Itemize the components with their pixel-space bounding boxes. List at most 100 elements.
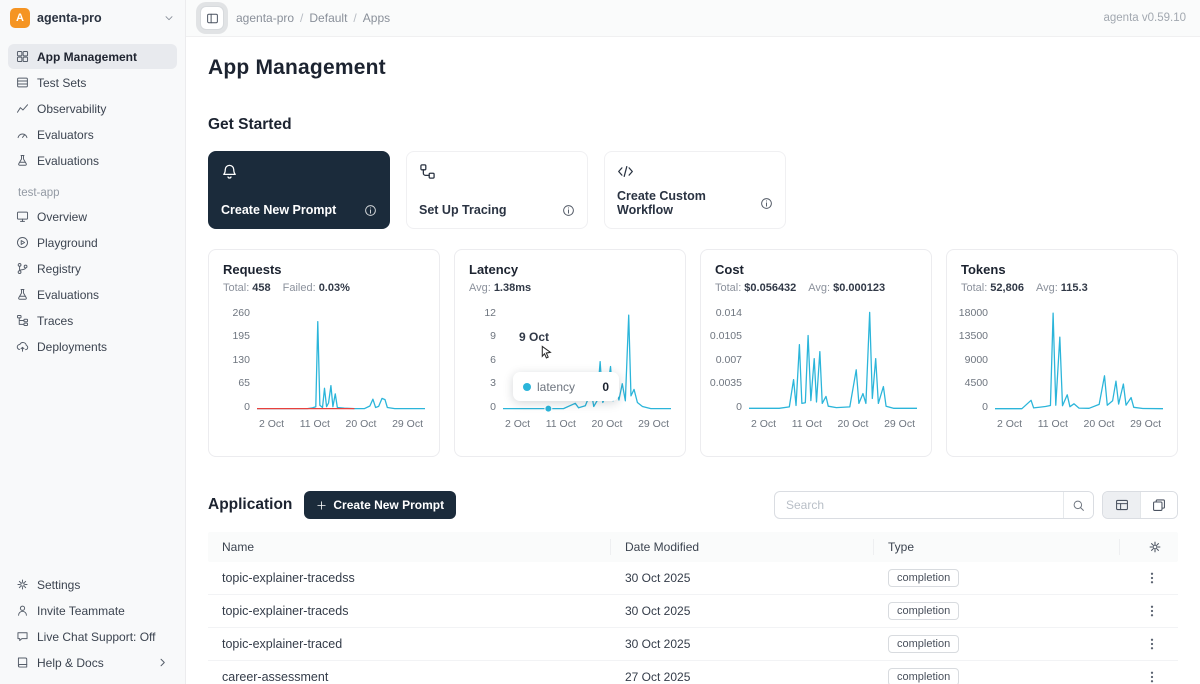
- sidebar-item-label: Overview: [37, 210, 87, 224]
- row-menu-button[interactable]: [1144, 570, 1160, 586]
- sidebar-item-overview[interactable]: Overview: [8, 204, 177, 229]
- sidebar-item-live-chat-support[interactable]: Live Chat Support: Off: [8, 624, 177, 649]
- sidebar-item-evaluations[interactable]: Evaluations: [8, 148, 177, 173]
- sidebar-item-label: Help & Docs: [37, 656, 104, 670]
- search-button[interactable]: [1063, 492, 1093, 518]
- cost-chart[interactable]: [749, 308, 917, 412]
- sidebar-toggle-button[interactable]: [200, 6, 224, 30]
- sidebar-item-test-sets[interactable]: Test Sets: [8, 70, 177, 95]
- create-new-prompt-card[interactable]: Create New Prompt: [208, 151, 390, 229]
- stat-label: Total:: [715, 282, 741, 294]
- create-custom-workflow-card[interactable]: Create Custom Workflow: [604, 151, 786, 229]
- sidebar-item-deployments[interactable]: Deployments: [8, 334, 177, 359]
- chevron-right-icon: [156, 656, 169, 669]
- sidebar-item-label: Invite Teammate: [37, 604, 125, 618]
- code-icon: [617, 163, 634, 180]
- metric-card-cost: Cost Total:$0.056432 Avg:$0.000123 0.014…: [700, 249, 932, 457]
- axis-tick: 2 Oct: [505, 418, 530, 430]
- app-name[interactable]: topic-explainer-tracedss: [208, 571, 611, 585]
- axis-tick: 195: [232, 331, 250, 342]
- sidebar-item-playground[interactable]: Playground: [8, 230, 177, 255]
- invite-teammate-icon: [16, 604, 29, 617]
- plus-icon: [316, 500, 327, 511]
- overview-icon: [16, 210, 29, 223]
- card-view-button[interactable]: [1140, 492, 1177, 518]
- table-view-button[interactable]: [1103, 492, 1140, 518]
- card-label: Create New Prompt: [221, 203, 336, 217]
- x-axis: 2 Oct 11 Oct 20 Oct 29 Oct: [997, 418, 1161, 430]
- y-axis: 12 9 6 3 0: [469, 308, 503, 412]
- sidebar-item-label: Evaluations: [37, 154, 99, 168]
- sidebar-nav-main: App Management Test Sets Observability E…: [0, 36, 185, 360]
- chevron-down-icon[interactable]: [163, 12, 175, 24]
- metric-stats: Total:458 Failed:0.03%: [223, 282, 425, 294]
- breadcrumb-page[interactable]: Apps: [363, 11, 390, 25]
- column-settings-icon[interactable]: [1148, 540, 1162, 554]
- breadcrumb-workspace[interactable]: agenta-pro: [236, 11, 294, 25]
- metric-card-latency: Latency Avg:1.38ms 12 9 6 3 0 2 Oct 11 O…: [454, 249, 686, 457]
- row-menu-button[interactable]: [1144, 603, 1160, 619]
- sidebar-item-help-docs[interactable]: Help & Docs: [8, 650, 177, 675]
- table-row[interactable]: topic-explainer-tracedss 30 Oct 2025 com…: [208, 562, 1178, 595]
- requests-chart[interactable]: [257, 308, 425, 412]
- info-icon[interactable]: [760, 197, 773, 210]
- set-up-tracing-card[interactable]: Set Up Tracing: [406, 151, 588, 229]
- row-menu-button[interactable]: [1144, 636, 1160, 652]
- x-axis: 2 Oct 11 Oct 20 Oct 29 Oct: [751, 418, 915, 430]
- sidebar-item-label: Playground: [37, 236, 98, 250]
- view-toggle: [1102, 491, 1178, 519]
- type-badge: completion: [888, 668, 959, 684]
- mouse-cursor-icon: [539, 345, 554, 360]
- sidebar-item-traces[interactable]: Traces: [8, 308, 177, 333]
- sidebar-item-label: Evaluations: [37, 288, 99, 302]
- sidebar-item-app-evaluations[interactable]: Evaluations: [8, 282, 177, 307]
- registry-icon: [16, 262, 29, 275]
- info-icon[interactable]: [364, 204, 377, 217]
- sidebar-item-settings[interactable]: Settings: [8, 572, 177, 597]
- axis-tick: 6: [490, 355, 496, 366]
- app-date: 30 Oct 2025: [611, 571, 874, 585]
- sidebar-item-label: Deployments: [37, 340, 107, 354]
- table-row[interactable]: topic-explainer-traceds 30 Oct 2025 comp…: [208, 595, 1178, 628]
- axis-tick: 20 Oct: [592, 418, 623, 430]
- column-header-date-modified[interactable]: Date Modified: [611, 539, 874, 555]
- column-header-name[interactable]: Name: [208, 539, 611, 555]
- info-icon[interactable]: [562, 204, 575, 217]
- axis-tick: 29 Oct: [884, 418, 915, 430]
- stat-value: 458: [252, 282, 270, 294]
- sidebar-item-observability[interactable]: Observability: [8, 96, 177, 121]
- axis-tick: 20 Oct: [1084, 418, 1115, 430]
- metric-title: Requests: [223, 262, 425, 277]
- app-name[interactable]: topic-explainer-traceds: [208, 604, 611, 618]
- create-new-prompt-button[interactable]: Create New Prompt: [304, 491, 456, 519]
- dots-vertical-icon: [1145, 571, 1159, 585]
- table-row[interactable]: career-assessment 27 Oct 2025 completion: [208, 661, 1178, 684]
- metric-stats: Avg:1.38ms: [469, 282, 671, 294]
- app-name[interactable]: topic-explainer-traced: [208, 637, 611, 651]
- dots-vertical-icon: [1145, 637, 1159, 651]
- table-row[interactable]: topic-explainer-traced 30 Oct 2025 compl…: [208, 628, 1178, 661]
- sidebar-item-label: Test Sets: [37, 76, 86, 90]
- sidebar-panel-icon: [206, 12, 219, 25]
- sidebar-item-label: Live Chat Support: Off: [37, 630, 156, 644]
- search-input[interactable]: [775, 498, 1063, 512]
- axis-tick: 0: [982, 402, 988, 413]
- prompt-bell-icon: [221, 163, 238, 180]
- metric-title: Tokens: [961, 262, 1163, 277]
- page-title: App Management: [208, 56, 1178, 80]
- tokens-chart[interactable]: [995, 308, 1163, 412]
- axis-tick: 0.014: [716, 308, 742, 319]
- sidebar-item-registry[interactable]: Registry: [8, 256, 177, 281]
- column-header-type[interactable]: Type: [874, 539, 1120, 555]
- sidebar-item-app-management[interactable]: App Management: [8, 44, 177, 69]
- workspace-selector[interactable]: A agenta-pro: [0, 0, 185, 36]
- sidebar-item-label: Observability: [37, 102, 106, 116]
- metric-stats: Total:$0.056432 Avg:$0.000123: [715, 282, 917, 294]
- observability-icon: [16, 102, 29, 115]
- breadcrumb-project[interactable]: Default: [309, 11, 347, 25]
- sidebar-item-invite-teammate[interactable]: Invite Teammate: [8, 598, 177, 623]
- app-name[interactable]: career-assessment: [208, 670, 611, 684]
- table-header: Name Date Modified Type: [208, 532, 1178, 562]
- sidebar-item-evaluators[interactable]: Evaluators: [8, 122, 177, 147]
- row-menu-button[interactable]: [1144, 669, 1160, 684]
